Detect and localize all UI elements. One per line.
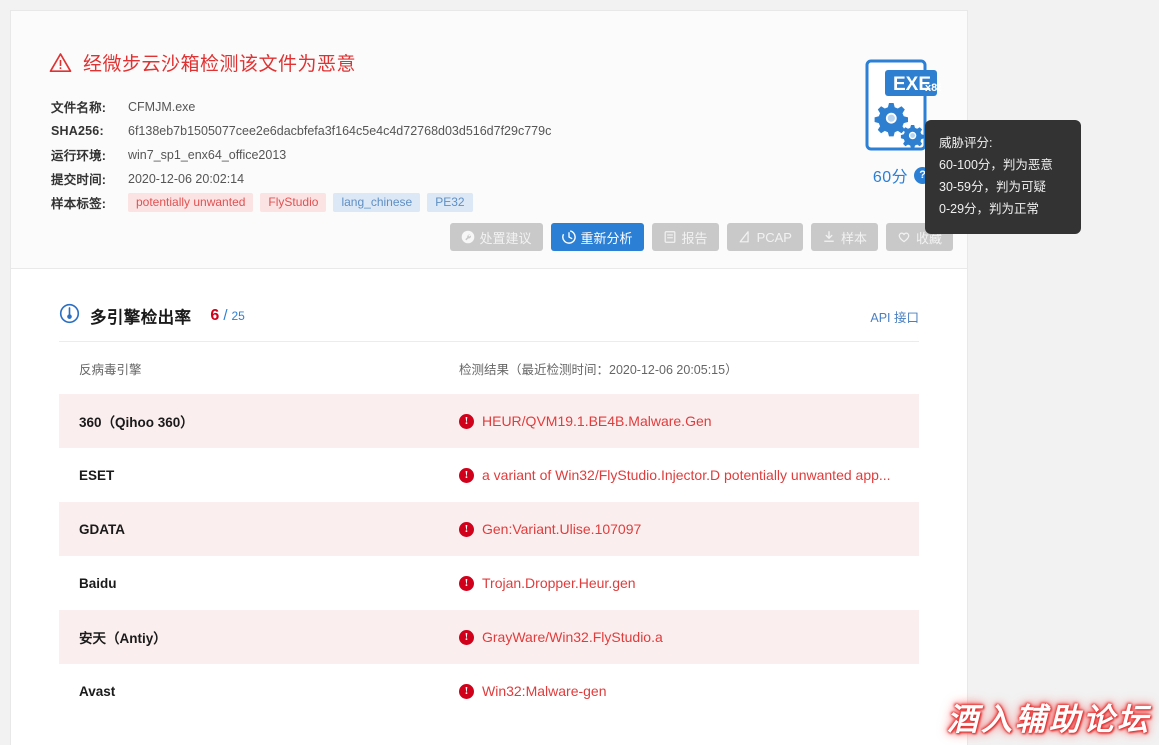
forum-watermark: 酒入辅助论坛 xyxy=(947,702,1151,737)
engine-result: ! Trojan.Dropper.Heur.gen xyxy=(459,575,919,591)
engines-table-header: 反病毒引擎 检测结果（最近检测时间：2020-12-06 20:05:15） xyxy=(59,342,919,394)
heart-icon xyxy=(897,230,911,244)
detection-ratio: 6 / 25 xyxy=(210,307,244,325)
sample-tag[interactable]: potentially unwanted xyxy=(128,193,254,212)
engine-name: 360（Qihoo 360） xyxy=(79,415,194,430)
meta-row-sha256: SHA256: 6f138eb7b1505077cee2e6dacbfefa3f… xyxy=(51,120,551,141)
table-row[interactable]: 360（Qihoo 360） ! HEUR/QVM19.1.BE4B.Malwa… xyxy=(59,394,919,448)
column-header-engine: 反病毒引擎 xyxy=(79,362,142,377)
meta-row-tags: 样本标签: potentially unwanted FlyStudio lan… xyxy=(51,192,551,213)
sample-metadata: 文件名称: CFMJM.exe SHA256: 6f138eb7b1505077… xyxy=(51,96,551,216)
sample-tag[interactable]: lang_chinese xyxy=(333,193,421,212)
engine-result-text: GrayWare/Win32.FlyStudio.a xyxy=(482,629,663,645)
alert-icon: ! xyxy=(459,575,474,591)
meta-value-sha256: 6f138eb7b1505077cee2e6dacbfefa3f164c5e4c… xyxy=(128,123,552,138)
button-label: 样本 xyxy=(840,230,867,246)
api-link[interactable]: API 接口 xyxy=(870,307,919,326)
tooltip-line-malicious: 60-100分，判为恶意 xyxy=(939,158,1053,172)
engines-table: 反病毒引擎 检测结果（最近检测时间：2020-12-06 20:05:15） 3… xyxy=(59,341,919,718)
detection-hits: 6 xyxy=(210,307,220,324)
download-icon xyxy=(822,230,836,244)
meta-value-submit-time: 2020-12-06 20:02:14 xyxy=(128,171,245,186)
tag-list: potentially unwanted FlyStudio lang_chin… xyxy=(128,193,473,212)
sample-download-button[interactable]: 样本 xyxy=(810,223,878,251)
engine-result: ! GrayWare/Win32.FlyStudio.a xyxy=(459,629,919,645)
tooltip-title: 威胁评分: xyxy=(939,136,993,150)
antivirus-engines-section: 多引擎检出率 6 / 25 API 接口 反病毒引擎 检测结果（最近检测时间：2… xyxy=(11,269,967,718)
engine-result-text: a variant of Win32/FlyStudio.Injector.D … xyxy=(482,467,891,483)
report-card: 经微步云沙箱检测该文件为恶意 文件名称: CFMJM.exe SHA256: 6… xyxy=(10,10,968,745)
button-label: 处置建议 xyxy=(479,230,532,246)
engine-result: ! HEUR/QVM19.1.BE4B.Malware.Gen xyxy=(459,413,919,429)
wrench-icon xyxy=(461,230,475,244)
engine-result-text: HEUR/QVM19.1.BE4B.Malware.Gen xyxy=(482,413,712,429)
detection-total: 25 xyxy=(231,309,245,323)
meta-label: 运行环境: xyxy=(51,149,107,163)
engines-title: 多引擎检出率 xyxy=(90,309,192,327)
engine-name: 安天（Antiy） xyxy=(79,631,167,646)
engine-result-text: Win32:Malware-gen xyxy=(482,683,607,699)
page-root: 经微步云沙箱检测该文件为恶意 文件名称: CFMJM.exe SHA256: 6… xyxy=(0,0,1159,745)
engine-result-text: Gen:Variant.Ulise.107097 xyxy=(482,521,642,537)
pcap-icon xyxy=(738,230,752,244)
meta-label: SHA256: xyxy=(51,123,104,138)
column-header-result: 检测结果（最近检测时间：2020-12-06 20:05:15） xyxy=(459,362,738,377)
engine-name: ESET xyxy=(79,467,115,483)
table-row[interactable]: GDATA ! Gen:Variant.Ulise.107097 xyxy=(59,502,919,556)
threat-score-tooltip: 威胁评分: 60-100分，判为恶意 30-59分，判为可疑 0-29分，判为正… xyxy=(925,120,1081,234)
meta-value-filename: CFMJM.exe xyxy=(128,99,196,114)
engine-result: ! Win32:Malware-gen xyxy=(459,683,919,699)
refresh-icon xyxy=(561,230,576,244)
engine-result: ! Gen:Variant.Ulise.107097 xyxy=(459,521,919,537)
pcap-button[interactable]: PCAP xyxy=(726,223,803,251)
engine-name: Avast xyxy=(79,683,116,699)
engine-name: Baidu xyxy=(79,575,117,591)
meta-label-tags: 样本标签: xyxy=(51,197,107,211)
engine-name: GDATA xyxy=(79,521,125,537)
reanalyze-button[interactable]: 重新分析 xyxy=(550,223,644,251)
disposal-advice-button[interactable]: 处置建议 xyxy=(449,223,543,251)
button-label: 重新分析 xyxy=(580,230,633,246)
table-row[interactable]: Baidu ! Trojan.Dropper.Heur.gen xyxy=(59,556,919,610)
tooltip-line-suspicious: 30-59分，判为可疑 xyxy=(939,180,1046,194)
gauge-icon xyxy=(59,303,80,329)
svg-text:x86: x86 xyxy=(925,82,941,94)
meta-row-environment: 运行环境: win7_sp1_enx64_office2013 xyxy=(51,144,551,165)
meta-value-environment: win7_sp1_enx64_office2013 xyxy=(128,147,287,162)
warning-triangle-icon xyxy=(49,52,72,73)
alert-icon: ! xyxy=(459,629,474,645)
verdict-text: 经微步云沙箱检测该文件为恶意 xyxy=(83,54,357,75)
meta-row-filename: 文件名称: CFMJM.exe xyxy=(51,96,551,117)
meta-label: 文件名称: xyxy=(51,101,107,115)
engine-result-text: Trojan.Dropper.Heur.gen xyxy=(482,575,636,591)
alert-icon: ! xyxy=(459,521,474,537)
table-row[interactable]: Avast ! Win32:Malware-gen xyxy=(59,664,919,718)
sample-tag[interactable]: PE32 xyxy=(427,193,473,212)
alert-icon: ! xyxy=(459,467,474,483)
report-icon xyxy=(663,230,677,244)
table-row[interactable]: ESET ! a variant of Win32/FlyStudio.Inje… xyxy=(59,448,919,502)
button-label: PCAP xyxy=(756,229,792,245)
alert-icon: ! xyxy=(459,413,474,429)
button-label: 报告 xyxy=(681,230,708,246)
table-row[interactable]: 安天（Antiy） ! GrayWare/Win32.FlyStudio.a xyxy=(59,610,919,664)
meta-label: 提交时间: xyxy=(51,173,107,187)
sample-summary-section: 经微步云沙箱检测该文件为恶意 文件名称: CFMJM.exe SHA256: 6… xyxy=(11,11,967,269)
detection-slash: / xyxy=(223,307,228,324)
verdict-banner: 经微步云沙箱检测该文件为恶意 xyxy=(49,49,356,76)
engines-header: 多引擎检出率 6 / 25 API 接口 xyxy=(59,269,919,341)
tooltip-line-normal: 0-29分，判为正常 xyxy=(939,202,1040,216)
engine-result: ! a variant of Win32/FlyStudio.Injector.… xyxy=(459,467,919,483)
alert-icon: ! xyxy=(459,683,474,699)
report-button[interactable]: 报告 xyxy=(651,223,719,251)
sample-tag[interactable]: FlyStudio xyxy=(260,193,327,212)
action-button-bar: 处置建议 重新分析 报告 PCAP 样本 收藏 xyxy=(449,223,953,251)
threat-score-value: 60分 xyxy=(872,169,909,186)
meta-row-submit-time: 提交时间: 2020-12-06 20:02:14 xyxy=(51,168,551,189)
